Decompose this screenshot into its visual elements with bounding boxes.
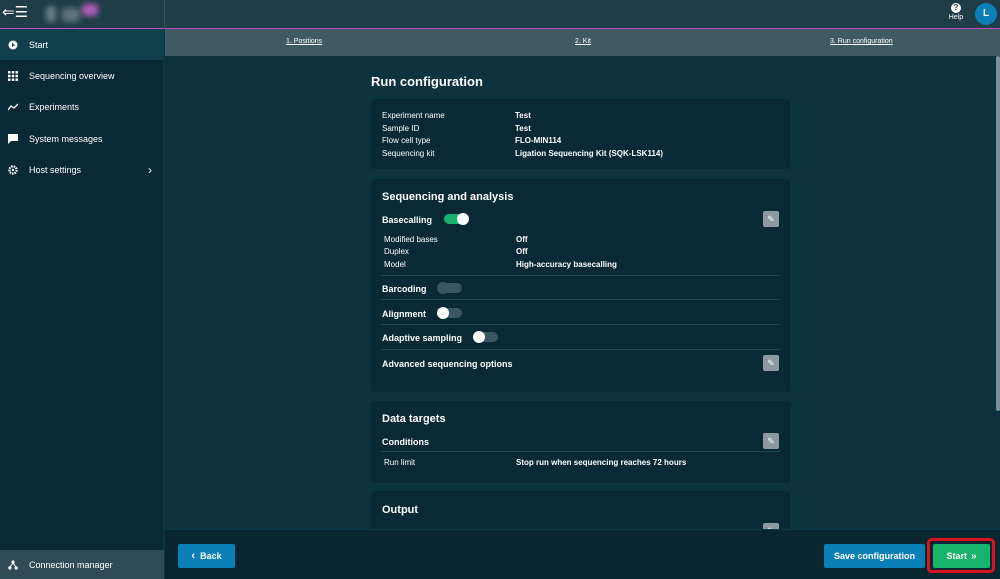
summary-value: Test [515,111,531,120]
basecalling-label: Basecalling [382,215,433,225]
start-button-label: Start [946,551,967,561]
run-limit-value: Stop run when sequencing reaches 72 hour… [516,458,687,467]
help-label: Help [948,14,964,21]
sidebar-item-system-messages[interactable]: System messages [0,123,164,154]
summary-card: Experiment name Test Sample ID Test Flow… [371,99,790,169]
step-kit[interactable]: 2. Kit [575,38,591,45]
connection-manager-label: Connection manager [29,559,113,570]
sidebar-item-label: System messages [29,133,103,144]
avatar[interactable]: L [975,3,997,25]
chart-line-icon [8,102,18,112]
pencil-icon: ✎ [767,436,775,446]
step-run-configuration[interactable]: 3. Run configuration [830,38,893,45]
back-button[interactable]: ‹ Back [178,544,235,568]
edit-conditions-button[interactable]: ✎ [763,433,779,449]
alignment-toggle[interactable] [437,307,462,319]
basecalling-option-value: Off [516,235,528,244]
topbar-divider [164,0,165,29]
basecalling-option-label: Modified bases [384,235,438,244]
summary-label: Sample ID [382,124,420,133]
edit-basecalling-button[interactable]: ✎ [763,211,779,227]
output-card: Output ✎ [371,491,790,529]
divider [381,275,780,276]
barcoding-label: Barcoding [382,284,427,294]
connection-manager[interactable]: Connection manager [0,550,164,579]
summary-value: Ligation Sequencing Kit (SQK-LSK114) [515,149,664,158]
divider [381,324,780,325]
sidebar-item-experiments[interactable]: Experiments [0,91,164,122]
question-circle-icon: ? [951,3,961,13]
play-circle-icon [8,40,18,50]
footer-bar: ‹ Back Save configuration Start » [165,529,1000,579]
stepper: 1. Positions 2. Kit 3. Run configuration [165,29,1000,56]
grid-icon [8,70,18,81]
edit-advanced-options-button[interactable]: ✎ [763,355,779,371]
chevron-left-icon: ‹ [191,550,196,562]
sidebar-item-host-settings[interactable]: Host settings › [0,154,164,185]
save-button-label: Save configuration [833,551,915,561]
toggle-knob [437,307,449,319]
barcoding-toggle[interactable] [437,282,462,294]
toggle-knob [457,213,469,225]
help-button[interactable]: ? Help [946,3,966,21]
advanced-options-label: Advanced sequencing options [382,359,513,369]
pencil-icon: ✎ [767,214,775,224]
sidebar-item-label: Host settings [29,164,82,175]
step-positions[interactable]: 1. Positions [286,38,322,45]
sidebar-item-label: Experiments [29,101,80,112]
adaptive-sampling-toggle[interactable] [473,331,498,343]
adaptive-sampling-label: Adaptive sampling [382,333,463,343]
main-content: Run configuration Experiment name Test S… [165,56,1000,529]
basecalling-option-label: Duplex [384,247,409,256]
app-logo [42,2,102,24]
toggle-knob [473,331,485,343]
top-bar: ⇐☰ ? Help L [0,0,1000,29]
back-button-label: Back [200,551,222,561]
pencil-icon: ✎ [767,358,775,368]
divider [381,451,780,452]
summary-label: Sequencing kit [382,149,435,158]
summary-value: Test [515,124,531,133]
menu-collapse-icon[interactable]: ⇐☰ [2,4,28,22]
sidebar-item-label: Sequencing overview [29,70,115,81]
summary-label: Experiment name [382,111,445,120]
sidebar: Start Sequencing overview Experiments Sy… [0,29,164,579]
scrollbar[interactable] [996,56,1000,411]
gear-icon [8,164,18,175]
alignment-label: Alignment [382,309,426,319]
divider [381,299,780,300]
section-heading: Output [382,504,419,516]
message-icon [8,133,18,144]
start-button[interactable]: Start » [933,544,990,568]
basecalling-option-value: Off [516,247,528,256]
network-icon [8,559,18,570]
conditions-label: Conditions [382,437,429,447]
sidebar-item-start[interactable]: Start [0,29,164,60]
summary-value: FLO-MIN114 [515,136,562,145]
section-heading: Data targets [382,413,446,425]
toggle-knob [437,282,449,294]
save-configuration-button[interactable]: Save configuration [824,544,925,568]
basecalling-toggle[interactable] [444,213,469,225]
chevron-right-icon: › [148,162,152,177]
sidebar-item-label: Start [29,39,49,50]
run-limit-label: Run limit [384,458,416,467]
sequencing-analysis-card: Sequencing and analysis Basecalling ✎ Mo… [371,179,790,392]
page-title: Run configuration [371,74,483,89]
basecalling-option-value: High-accuracy basecalling [516,260,617,269]
sidebar-item-sequencing-overview[interactable]: Sequencing overview [0,60,164,91]
divider [381,349,780,350]
summary-label: Flow cell type [382,136,431,145]
section-heading: Sequencing and analysis [382,191,514,203]
double-chevron-right-icon: » [970,550,977,562]
basecalling-option-label: Model [384,260,406,269]
data-targets-card: Data targets Conditions ✎ Run limit Stop… [371,401,790,483]
